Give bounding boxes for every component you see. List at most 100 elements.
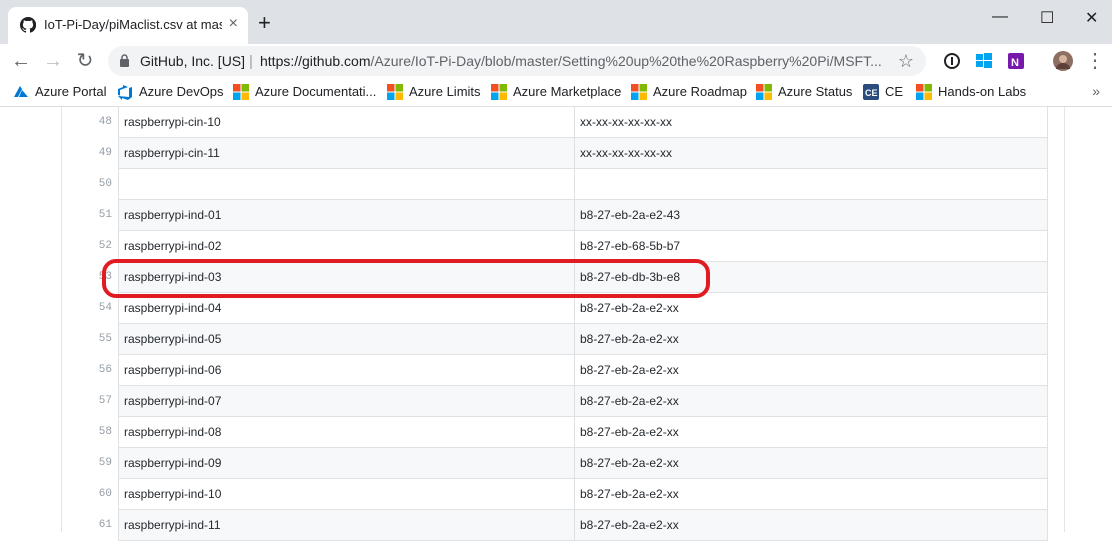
maximize-button[interactable]: ☐ [1040, 8, 1054, 28]
line-number[interactable]: 54 [82, 293, 119, 324]
browser-toolbar: ← → ↻ GitHub, Inc. [US] | https://github… [0, 44, 1112, 78]
line-number[interactable]: 60 [82, 479, 119, 510]
svg-text:N: N [1011, 57, 1019, 69]
bookmarks-overflow-icon[interactable]: » [1092, 83, 1100, 99]
cell-mac-address: b8-27-eb-db-3b-e8 [574, 261, 1048, 293]
cell-device-name: raspberrypi-ind-03 [118, 261, 575, 293]
line-number[interactable]: 57 [82, 386, 119, 417]
bookmark-item[interactable]: Hands-on Labs [916, 83, 1026, 101]
bookmark-label: Azure Portal [35, 84, 107, 100]
url-host: https://github.com [260, 53, 371, 69]
table-row: 58 raspberrypi-ind-08 b8-27-eb-2a-e2-xx [82, 416, 1048, 448]
table-row: 48 raspberrypi-cin-10 xx-xx-xx-xx-xx-xx [82, 106, 1048, 138]
bookmark-label: Azure Limits [409, 84, 481, 100]
profile-avatar[interactable] [1052, 50, 1074, 72]
new-tab-button[interactable]: + [258, 12, 271, 34]
forward-icon[interactable]: → [42, 50, 64, 72]
line-number[interactable]: 48 [82, 107, 119, 138]
microsoft-icon [387, 83, 403, 100]
table-row: 54 raspberrypi-ind-04 b8-27-eb-2a-e2-xx [82, 292, 1048, 324]
bookmark-label: Azure Roadmap [653, 84, 747, 100]
bookmark-item[interactable]: Azure DevOps [117, 83, 224, 101]
table-row: 59 raspberrypi-ind-09 b8-27-eb-2a-e2-xx [82, 447, 1048, 479]
azure-icon [14, 85, 28, 97]
bookmark-label: Azure Documentati... [255, 84, 377, 100]
cell-device-name [118, 168, 575, 200]
github-icon [20, 17, 36, 33]
line-number[interactable]: 58 [82, 417, 119, 448]
csv-table: 48 raspberrypi-cin-10 xx-xx-xx-xx-xx-xx 49… [82, 106, 1048, 541]
cell-device-name: raspberrypi-ind-09 [118, 447, 575, 479]
info-extension-icon[interactable] [941, 50, 963, 72]
svg-text:CE: CE [865, 88, 878, 98]
bookmark-item[interactable]: CE CE [863, 83, 903, 101]
microsoft-icon [491, 83, 507, 100]
bookmark-label: Azure DevOps [139, 84, 224, 100]
tab-title: IoT-Pi-Day/piMaclist.csv at master · Azu… [44, 17, 222, 32]
cell-device-name: raspberrypi-ind-08 [118, 416, 575, 448]
bookmark-item[interactable]: Azure Limits [387, 83, 481, 101]
reload-icon[interactable]: ↻ [74, 50, 96, 72]
line-number[interactable]: 53 [82, 262, 119, 293]
cell-device-name: raspberrypi-ind-05 [118, 323, 575, 355]
close-window-button[interactable]: ✕ [1085, 8, 1098, 28]
bookmark-item[interactable]: Azure Portal [13, 83, 107, 101]
bookmark-item[interactable]: Azure Marketplace [491, 83, 621, 101]
bookmark-label: Hands-on Labs [938, 84, 1027, 100]
bookmark-label: Azure Marketplace [513, 84, 622, 100]
line-number[interactable]: 52 [82, 231, 119, 262]
line-number[interactable]: 59 [82, 448, 119, 479]
line-number[interactable]: 55 [82, 324, 119, 355]
line-number[interactable]: 49 [82, 138, 119, 169]
back-icon[interactable]: ← [10, 50, 32, 72]
minimize-button[interactable]: — [992, 8, 1008, 26]
bookmark-label: Azure Status [778, 84, 853, 100]
table-row: 51 raspberrypi-ind-01 b8-27-eb-2a-e2-43 [82, 199, 1048, 231]
line-number[interactable]: 56 [82, 355, 119, 386]
cell-device-name: raspberrypi-ind-11 [118, 509, 575, 541]
microsoft-icon [631, 83, 647, 100]
line-number[interactable]: 50 [82, 169, 119, 200]
ce-icon: CE [863, 83, 879, 100]
site-identity[interactable]: GitHub, Inc. [US] [140, 53, 245, 69]
address-bar[interactable]: GitHub, Inc. [US] | https://github.com/A… [108, 46, 926, 76]
tab-strip: IoT-Pi-Day/piMaclist.csv at master · Azu… [0, 0, 1112, 44]
bookmark-item[interactable]: Azure Status [756, 83, 852, 101]
cell-mac-address: b8-27-eb-2a-e2-xx [574, 447, 1048, 479]
cell-device-name: raspberrypi-ind-10 [118, 478, 575, 510]
microsoft-icon [916, 83, 932, 100]
table-row: 61 raspberrypi-ind-11 b8-27-eb-2a-e2-xx [82, 509, 1048, 541]
bookmark-item[interactable]: Azure Documentati... [233, 83, 376, 101]
table-row: 50 [82, 168, 1048, 200]
table-row: 57 raspberrypi-ind-07 b8-27-eb-2a-e2-xx [82, 385, 1048, 417]
url-text[interactable]: https://github.com/Azure/IoT-Pi-Day/blob… [260, 53, 885, 69]
windows-extension-icon[interactable] [973, 50, 995, 72]
bookmark-star-icon[interactable]: ☆ [898, 51, 914, 72]
csv-viewer: 48 raspberrypi-cin-10 xx-xx-xx-xx-xx-xx 49… [0, 106, 1112, 541]
cell-device-name: raspberrypi-cin-10 [118, 106, 575, 138]
cell-mac-address: b8-27-eb-2a-e2-xx [574, 323, 1048, 355]
cell-device-name: raspberrypi-ind-04 [118, 292, 575, 324]
table-row-highlighted: 53 raspberrypi-ind-03 b8-27-eb-db-3b-e8 [82, 261, 1048, 293]
tab-active[interactable]: IoT-Pi-Day/piMaclist.csv at master · Azu… [8, 7, 248, 44]
table-row: 49 raspberrypi-cin-11 xx-xx-xx-xx-xx-xx [82, 137, 1048, 169]
azure-devops-icon [118, 84, 132, 100]
cell-device-name: raspberrypi-ind-06 [118, 354, 575, 386]
onenote-icon[interactable]: N [1005, 50, 1027, 72]
tab-close-icon[interactable]: × [229, 16, 238, 32]
table-row: 60 raspberrypi-ind-10 b8-27-eb-2a-e2-xx [82, 478, 1048, 510]
menu-kebab-icon[interactable]: ⋮ [1084, 50, 1106, 72]
cell-mac-address: b8-27-eb-2a-e2-xx [574, 385, 1048, 417]
line-number[interactable]: 61 [82, 510, 119, 541]
cell-mac-address: b8-27-eb-68-5b-b7 [574, 230, 1048, 262]
table-row: 55 raspberrypi-ind-05 b8-27-eb-2a-e2-xx [82, 323, 1048, 355]
cell-mac-address: b8-27-eb-2a-e2-xx [574, 509, 1048, 541]
bookmark-label: CE [885, 84, 904, 100]
cell-mac-address: xx-xx-xx-xx-xx-xx [574, 137, 1048, 169]
bookmark-item[interactable]: Azure Roadmap [631, 83, 747, 101]
cell-mac-address: b8-27-eb-2a-e2-xx [574, 292, 1048, 324]
line-number[interactable]: 51 [82, 200, 119, 231]
cell-mac-address: xx-xx-xx-xx-xx-xx [574, 106, 1048, 138]
microsoft-icon [756, 83, 772, 100]
cell-mac-address: b8-27-eb-2a-e2-xx [574, 416, 1048, 448]
